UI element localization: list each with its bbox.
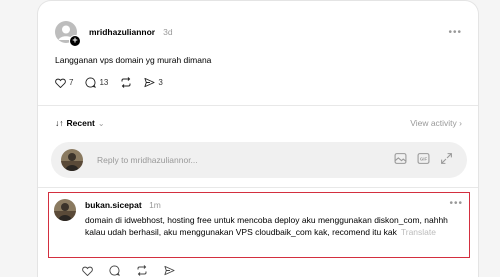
post-header: + mridhazuliannor 3d xyxy=(55,21,173,47)
translate-link[interactable]: Translate xyxy=(401,227,436,237)
comment-bubble-icon xyxy=(85,77,97,88)
comment-actions xyxy=(82,265,175,276)
reply-placeholder: Reply to mridhazuliannor... xyxy=(97,155,198,165)
view-activity-link[interactable]: View activity › xyxy=(410,118,462,128)
share-count: 3 xyxy=(158,78,163,87)
divider xyxy=(38,187,478,188)
comment-header: bukan.sicepat 1m xyxy=(85,200,161,210)
image-icon[interactable] xyxy=(394,152,407,165)
reply-input[interactable]: Reply to mridhazuliannor... GIF xyxy=(51,142,467,178)
post-time: 3d xyxy=(163,27,173,37)
heart-icon xyxy=(55,78,66,88)
like-button[interactable]: 7 xyxy=(55,78,73,88)
share-button[interactable]: 3 xyxy=(144,77,163,88)
comment-text: domain di idwebhost, hosting free untuk … xyxy=(85,214,465,238)
avatar[interactable]: + xyxy=(55,21,81,47)
avatar[interactable] xyxy=(54,199,76,221)
follow-plus-icon[interactable]: + xyxy=(69,35,81,47)
send-icon[interactable] xyxy=(164,265,175,276)
svg-text:GIF: GIF xyxy=(420,156,428,161)
gif-icon[interactable]: GIF xyxy=(417,152,430,165)
post-text: Langganan vps domain yg murah dimana xyxy=(55,55,212,65)
comment-username[interactable]: bukan.sicepat xyxy=(85,200,142,210)
user-photo-icon xyxy=(61,149,83,171)
repost-icon xyxy=(121,77,131,88)
user-photo-icon xyxy=(54,199,76,221)
like-count: 7 xyxy=(69,78,74,87)
sort-recent-dropdown[interactable]: ↓↑ Recent ⌄ xyxy=(55,118,105,128)
comment-button[interactable]: 13 xyxy=(85,77,108,88)
post-username[interactable]: mridhazuliannor xyxy=(89,27,155,37)
comment-bubble-icon[interactable] xyxy=(109,265,120,276)
post-actions: 7 13 3 xyxy=(55,77,163,88)
more-options-icon[interactable]: ••• xyxy=(449,198,463,209)
more-options-icon[interactable]: ••• xyxy=(448,27,462,38)
divider xyxy=(38,105,478,106)
expand-icon[interactable] xyxy=(440,152,453,165)
comment-count: 13 xyxy=(99,78,109,87)
comment-time: 1m xyxy=(149,200,161,210)
avatar xyxy=(61,149,83,171)
repost-button[interactable] xyxy=(120,77,132,88)
reply-tools: GIF xyxy=(394,152,453,165)
thread-card: + mridhazuliannor 3d ••• Langganan vps d… xyxy=(37,0,479,277)
comment-body: domain di idwebhost, hosting free untuk … xyxy=(85,215,448,237)
heart-icon[interactable] xyxy=(82,266,93,276)
sort-label: Recent xyxy=(66,118,95,128)
send-icon xyxy=(144,77,155,88)
sort-arrows-icon: ↓↑ xyxy=(55,118,64,128)
chevron-down-icon: ⌄ xyxy=(97,118,105,128)
comment-item: bukan.sicepat 1m ••• domain di idwebhost… xyxy=(48,192,470,258)
repost-icon[interactable] xyxy=(136,265,148,276)
